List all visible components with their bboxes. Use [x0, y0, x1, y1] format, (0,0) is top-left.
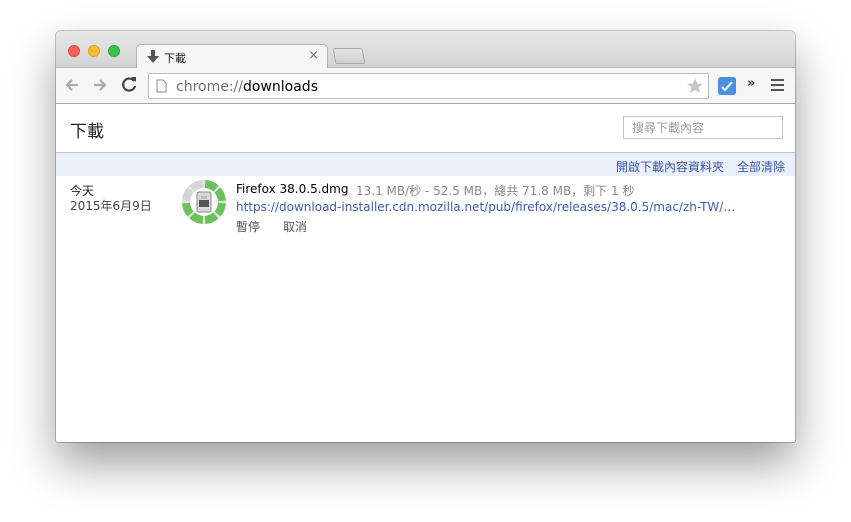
window-minimize-button[interactable] [88, 45, 100, 57]
page-title: 下載 [70, 122, 104, 142]
window-maximize-button[interactable] [108, 45, 120, 57]
window-close-button[interactable] [68, 45, 80, 57]
url-path: downloads [243, 79, 318, 95]
download-progress-ring [182, 180, 226, 224]
date-value: 2015年6月9日 [70, 199, 152, 213]
download-status: 13.1 MB/秒 - 52.5 MB，總共 71.8 MB，剩下 1 秒 [356, 184, 635, 198]
url-text[interactable]: chrome://downloads [176, 79, 318, 95]
back-arrow-icon[interactable] [62, 75, 82, 95]
cancel-button[interactable]: 取消 [283, 218, 307, 235]
star-icon[interactable] [686, 77, 704, 95]
download-arrow-icon [147, 50, 159, 63]
clear-all-link[interactable]: 全部清除 [737, 158, 785, 175]
file-name-link[interactable]: Firefox 38.0.5.dmg [236, 182, 348, 196]
menu-icon[interactable] [771, 79, 784, 91]
search-input[interactable] [623, 116, 783, 139]
download-item: 今天 2015年6月9日 Firefox 38.0.5.dmg 13.1 MB/… [56, 179, 795, 239]
tab-strip: 下載 × [56, 31, 795, 69]
dmg-file-icon [196, 191, 212, 213]
toolbar: chrome://downloads » [56, 68, 795, 104]
pause-button[interactable]: 暫停 [236, 218, 260, 235]
url-scheme: chrome:// [176, 79, 243, 95]
screenshot-stage: 下載 × chrome://downloads » 下載 搜尋下載內容 開啟下載… [0, 0, 851, 522]
source-url-link[interactable]: https://download-installer.cdn.mozilla.n… [236, 200, 736, 214]
downloads-header: 下載 [56, 104, 795, 152]
forward-arrow-icon[interactable] [90, 75, 110, 95]
browser-window: 下載 × chrome://downloads » 下載 搜尋下載內容 開啟下載… [56, 31, 795, 442]
address-bar[interactable]: chrome://downloads [148, 73, 709, 99]
reload-icon[interactable] [119, 75, 139, 95]
close-icon[interactable]: × [308, 48, 319, 64]
open-downloads-folder-link[interactable]: 開啟下載內容資料夾 [616, 158, 724, 175]
new-tab-button[interactable] [332, 48, 366, 64]
action-bar: 開啟下載內容資料夾 全部清除 [56, 152, 795, 176]
chevron-double-right-icon[interactable]: » [747, 76, 755, 91]
page-icon [156, 79, 167, 93]
tab-title: 下載 [164, 52, 186, 65]
extension-icon[interactable] [718, 77, 736, 95]
tab-downloads[interactable]: 下載 × [136, 44, 328, 69]
